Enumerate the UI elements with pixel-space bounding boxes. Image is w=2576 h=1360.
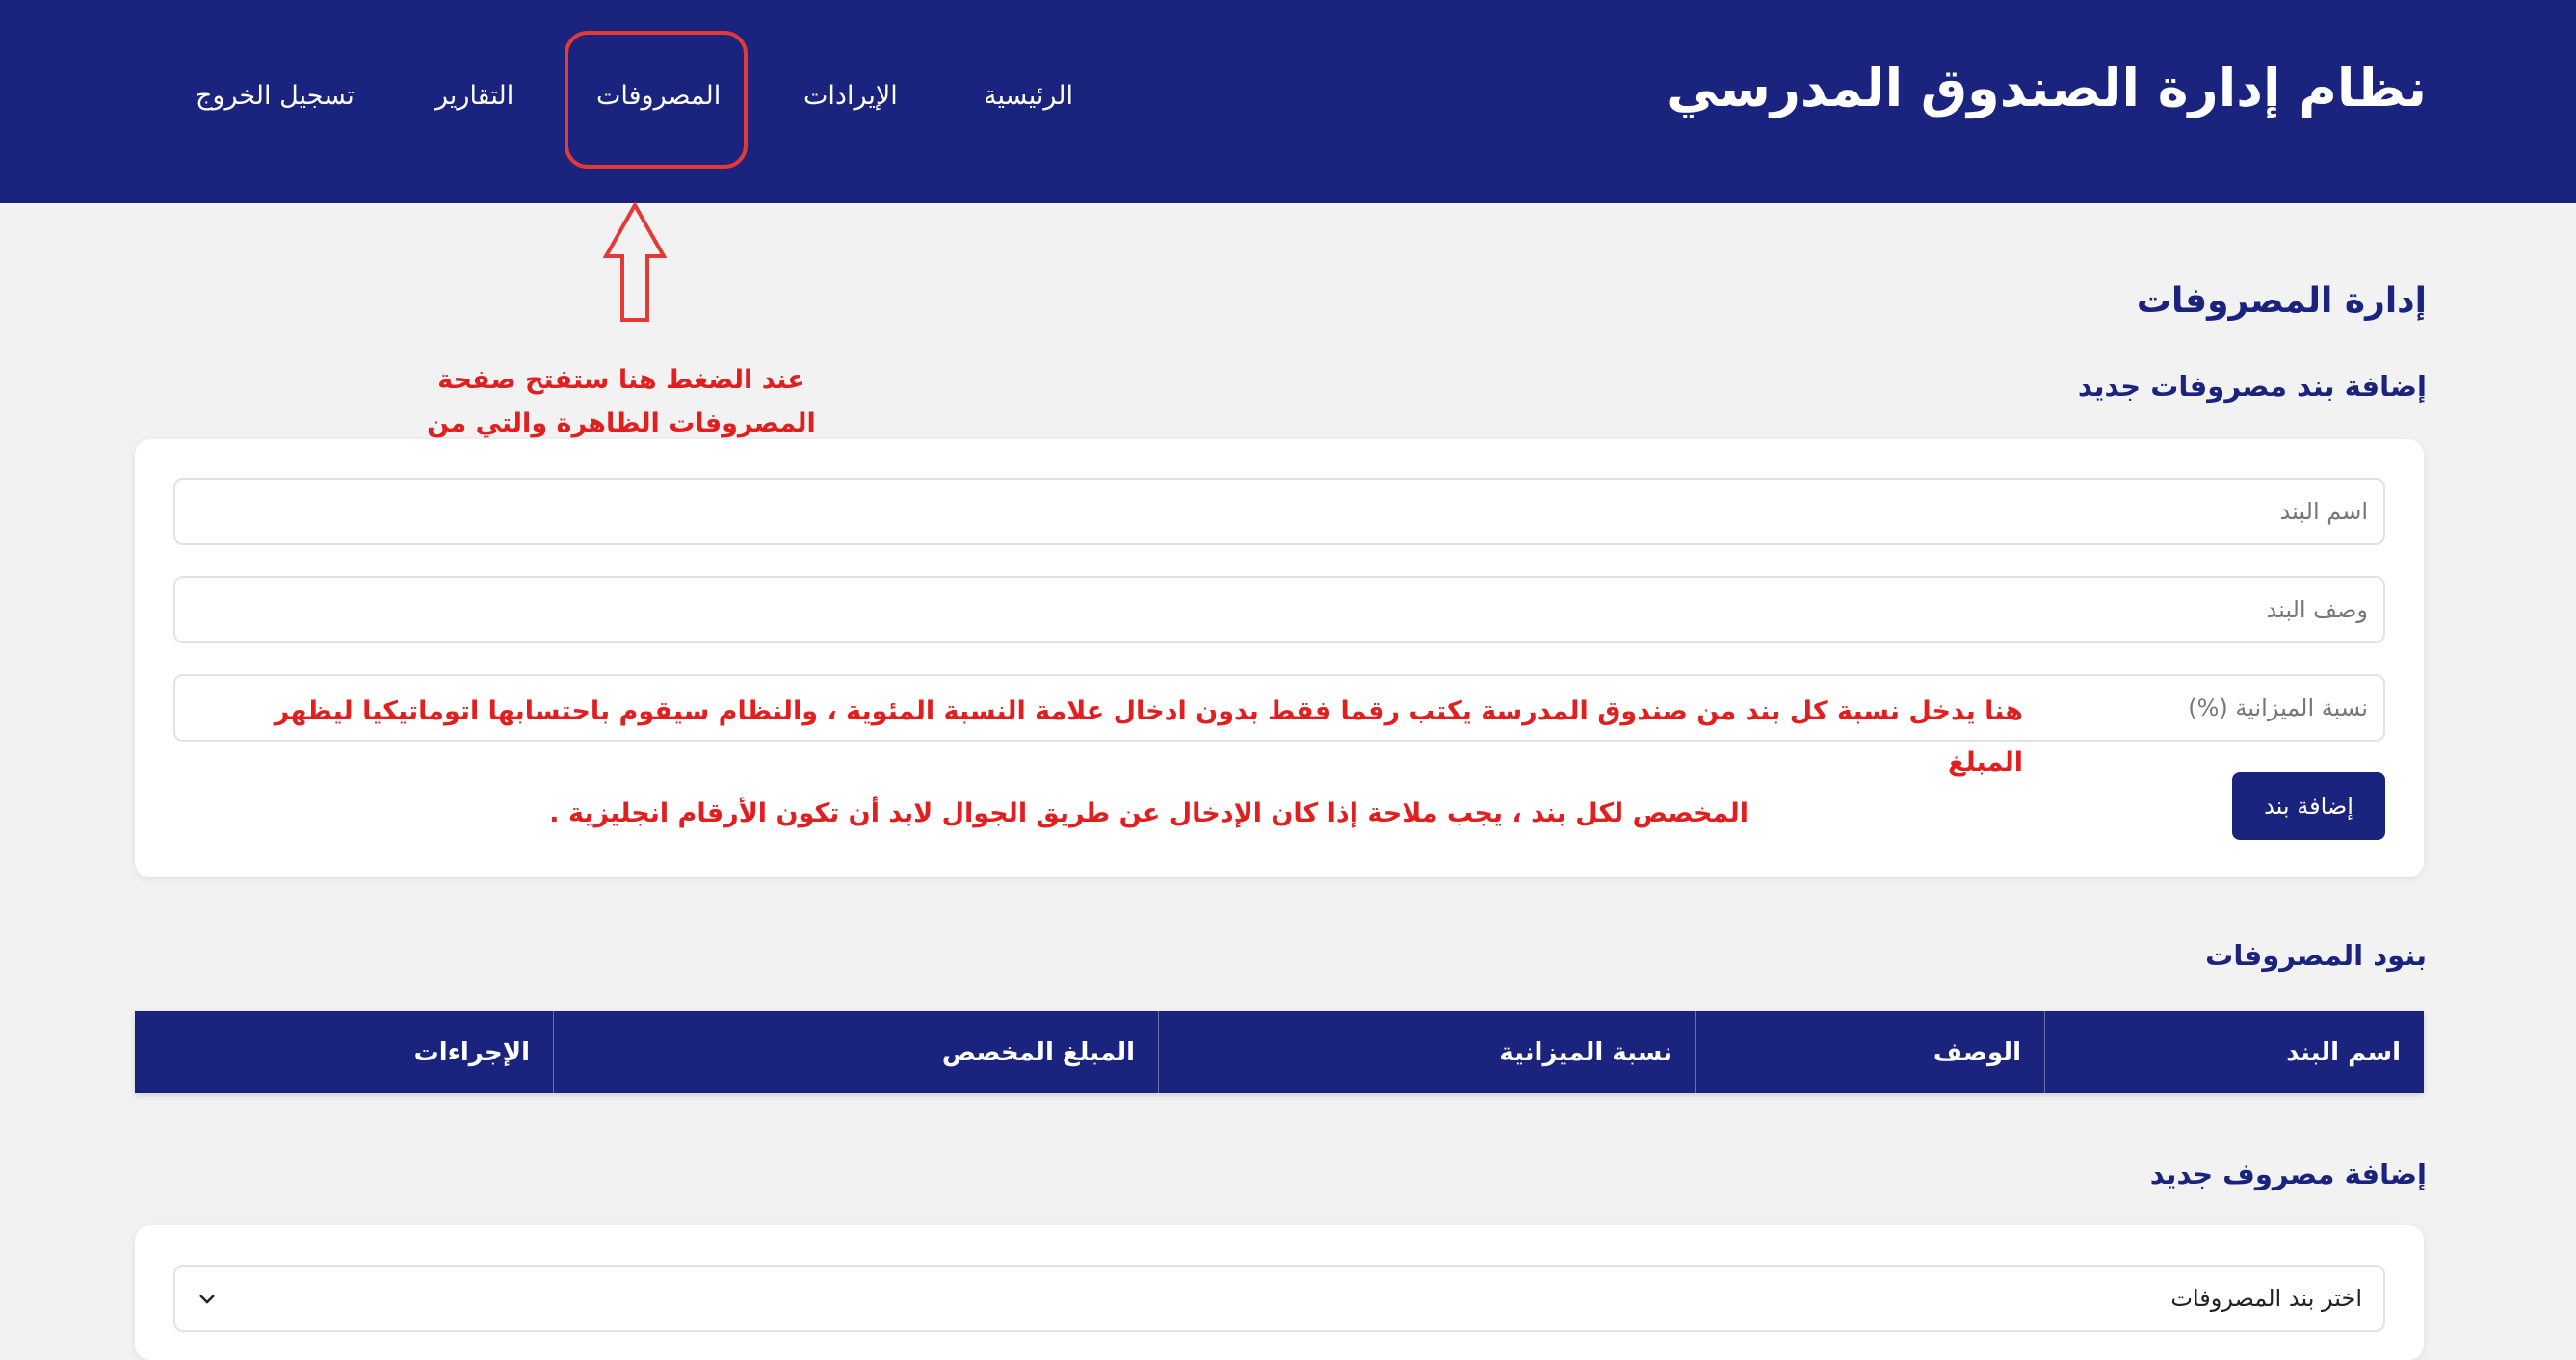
nav-item-revenues[interactable]: الإيرادات [803,81,898,111]
page-title: إدارة المصروفات [2136,281,2427,321]
percent-annotation-note: هنا يدخل نسبة كل بند من صندوق المدرسة يك… [231,686,2023,839]
item-name-input[interactable]: اسم البند [173,478,2385,545]
add-item-button[interactable]: إضافة بند [2232,772,2385,840]
nav-item-reports[interactable]: التقارير [435,81,513,111]
brand-title: نظام إدارة الصندوق المدرسي [1667,58,2427,118]
top-navbar: نظام إدارة الصندوق المدرسي الرئيسية الإي… [0,0,2576,203]
percent-annotation-line2: المخصص لكل بند ، يجب ملاحة إذا كان الإدخ… [549,798,1748,828]
chevron-down-icon [199,1295,215,1304]
add-expense-section-title: إضافة مصروف جديد [2149,1158,2427,1190]
add-item-section-title: إضافة بند مصروفات جديد [2077,370,2427,403]
col-allocated-amount: المبلغ المخصص [553,1011,1158,1093]
nav-item-logout[interactable]: تسجيل الخروج [196,81,355,111]
expenses-table-header: اسم البند الوصف نسبة الميزانية المبلغ ال… [135,1011,2424,1093]
item-description-input[interactable]: وصف البند [173,576,2385,643]
expense-item-select[interactable]: اختر بند المصروفات [173,1265,2385,1332]
percent-annotation-line1: هنا يدخل نسبة كل بند من صندوق المدرسة يك… [274,696,2023,777]
items-section-title: بنود المصروفات [2205,939,2427,972]
up-arrow-icon [603,202,667,322]
select-value: اختر بند المصروفات [2170,1285,2362,1312]
nav-item-home[interactable]: الرئيسية [984,81,1073,111]
col-description: الوصف [1695,1011,2044,1093]
col-actions: الإجراءات [413,1037,530,1067]
col-budget-percent: نسبة الميزانية [1158,1011,1695,1093]
col-item-name: اسم البند [2044,1011,2424,1093]
expenses-highlight-box [565,31,748,169]
